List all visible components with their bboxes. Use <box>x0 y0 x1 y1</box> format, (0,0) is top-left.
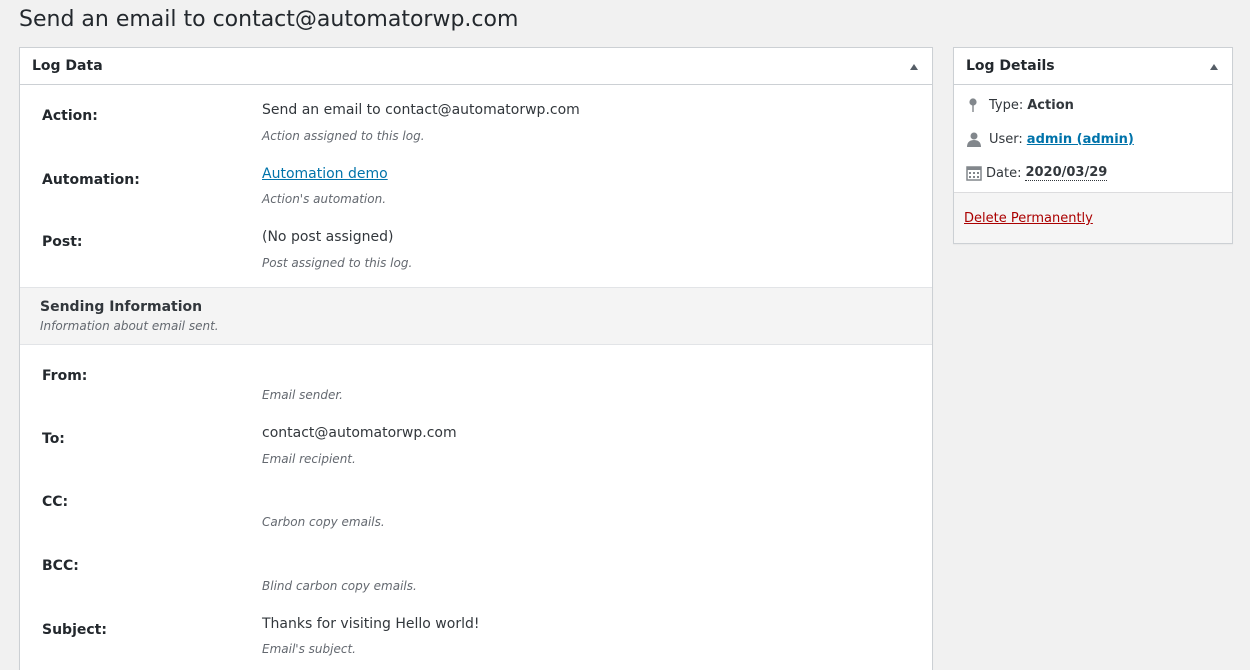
user-icon <box>966 131 982 147</box>
to-desc: Email recipient. <box>262 452 356 466</box>
bcc-desc: Blind carbon copy emails. <box>262 579 417 593</box>
subject-desc: Email's subject. <box>262 642 356 656</box>
log-details-footer: Delete Permanently <box>954 192 1232 243</box>
calendar-icon <box>966 165 982 181</box>
type-value: Action <box>1027 97 1074 113</box>
log-data-title: Log Data <box>32 58 103 74</box>
subject-row: Subject: Thanks for visiting Hello world… <box>20 602 932 670</box>
detail-date: Date: 2020/03/29 <box>966 165 1108 181</box>
action-label: Action: <box>42 108 98 124</box>
to-value: contact@automatorwp.com <box>262 425 457 441</box>
from-label: From: <box>42 368 88 384</box>
log-details-box: Log Details Type: Action User: admin (ad… <box>953 47 1233 244</box>
section-title: Sending Information <box>40 299 203 315</box>
delete-permanently-link[interactable]: Delete Permanently <box>964 211 1093 226</box>
triangle-up-icon[interactable] <box>910 64 918 70</box>
pin-icon <box>966 97 982 113</box>
detail-type: Type: Action <box>966 97 1074 113</box>
automation-label: Automation: <box>42 172 140 188</box>
automation-row: Automation: Automation demo Action's aut… <box>20 149 932 213</box>
from-desc: Email sender. <box>262 388 343 402</box>
subject-label: Subject: <box>42 622 107 638</box>
date-value: 2020/03/29 <box>1025 165 1108 181</box>
automation-link[interactable]: Automation demo <box>262 166 388 182</box>
log-details-title: Log Details <box>966 58 1055 74</box>
action-row: Action: Send an email to contact@automat… <box>20 85 932 149</box>
automation-desc: Action's automation. <box>262 192 387 206</box>
from-row: From: Email sender. <box>20 346 932 410</box>
log-details-header[interactable]: Log Details <box>954 48 1232 85</box>
type-label: Type: <box>989 97 1024 113</box>
to-label: To: <box>42 431 65 447</box>
page-title: Send an email to contact@automatorwp.com <box>19 7 519 32</box>
post-desc: Post assigned to this log. <box>262 256 413 270</box>
log-data-box: Log Data Action: Send an email to contac… <box>19 47 933 670</box>
post-value: (No post assigned) <box>262 229 394 245</box>
cc-desc: Carbon copy emails. <box>262 515 385 529</box>
action-value: Send an email to contact@automatorwp.com <box>262 102 580 118</box>
post-row: Post: (No post assigned) Post assigned t… <box>20 213 932 283</box>
log-data-header[interactable]: Log Data <box>20 48 932 85</box>
bcc-row: BCC: Blind carbon copy emails. <box>20 538 932 602</box>
to-row: To: contact@automatorwp.com Email recipi… <box>20 410 932 474</box>
action-desc: Action assigned to this log. <box>262 129 425 143</box>
section-desc: Information about email sent. <box>40 319 219 333</box>
detail-user: User: admin (admin) <box>966 131 1134 147</box>
user-label: User: <box>989 131 1023 147</box>
user-link[interactable]: admin (admin) <box>1027 132 1134 147</box>
bcc-label: BCC: <box>42 558 79 574</box>
post-label: Post: <box>42 234 83 250</box>
triangle-up-icon[interactable] <box>1210 64 1218 70</box>
date-label: Date: <box>986 165 1022 181</box>
subject-value: Thanks for visiting Hello world! <box>262 616 480 632</box>
cc-row: CC: Carbon copy emails. <box>20 474 932 538</box>
sending-information-section: Sending Information Information about em… <box>20 287 932 345</box>
cc-label: CC: <box>42 494 69 510</box>
